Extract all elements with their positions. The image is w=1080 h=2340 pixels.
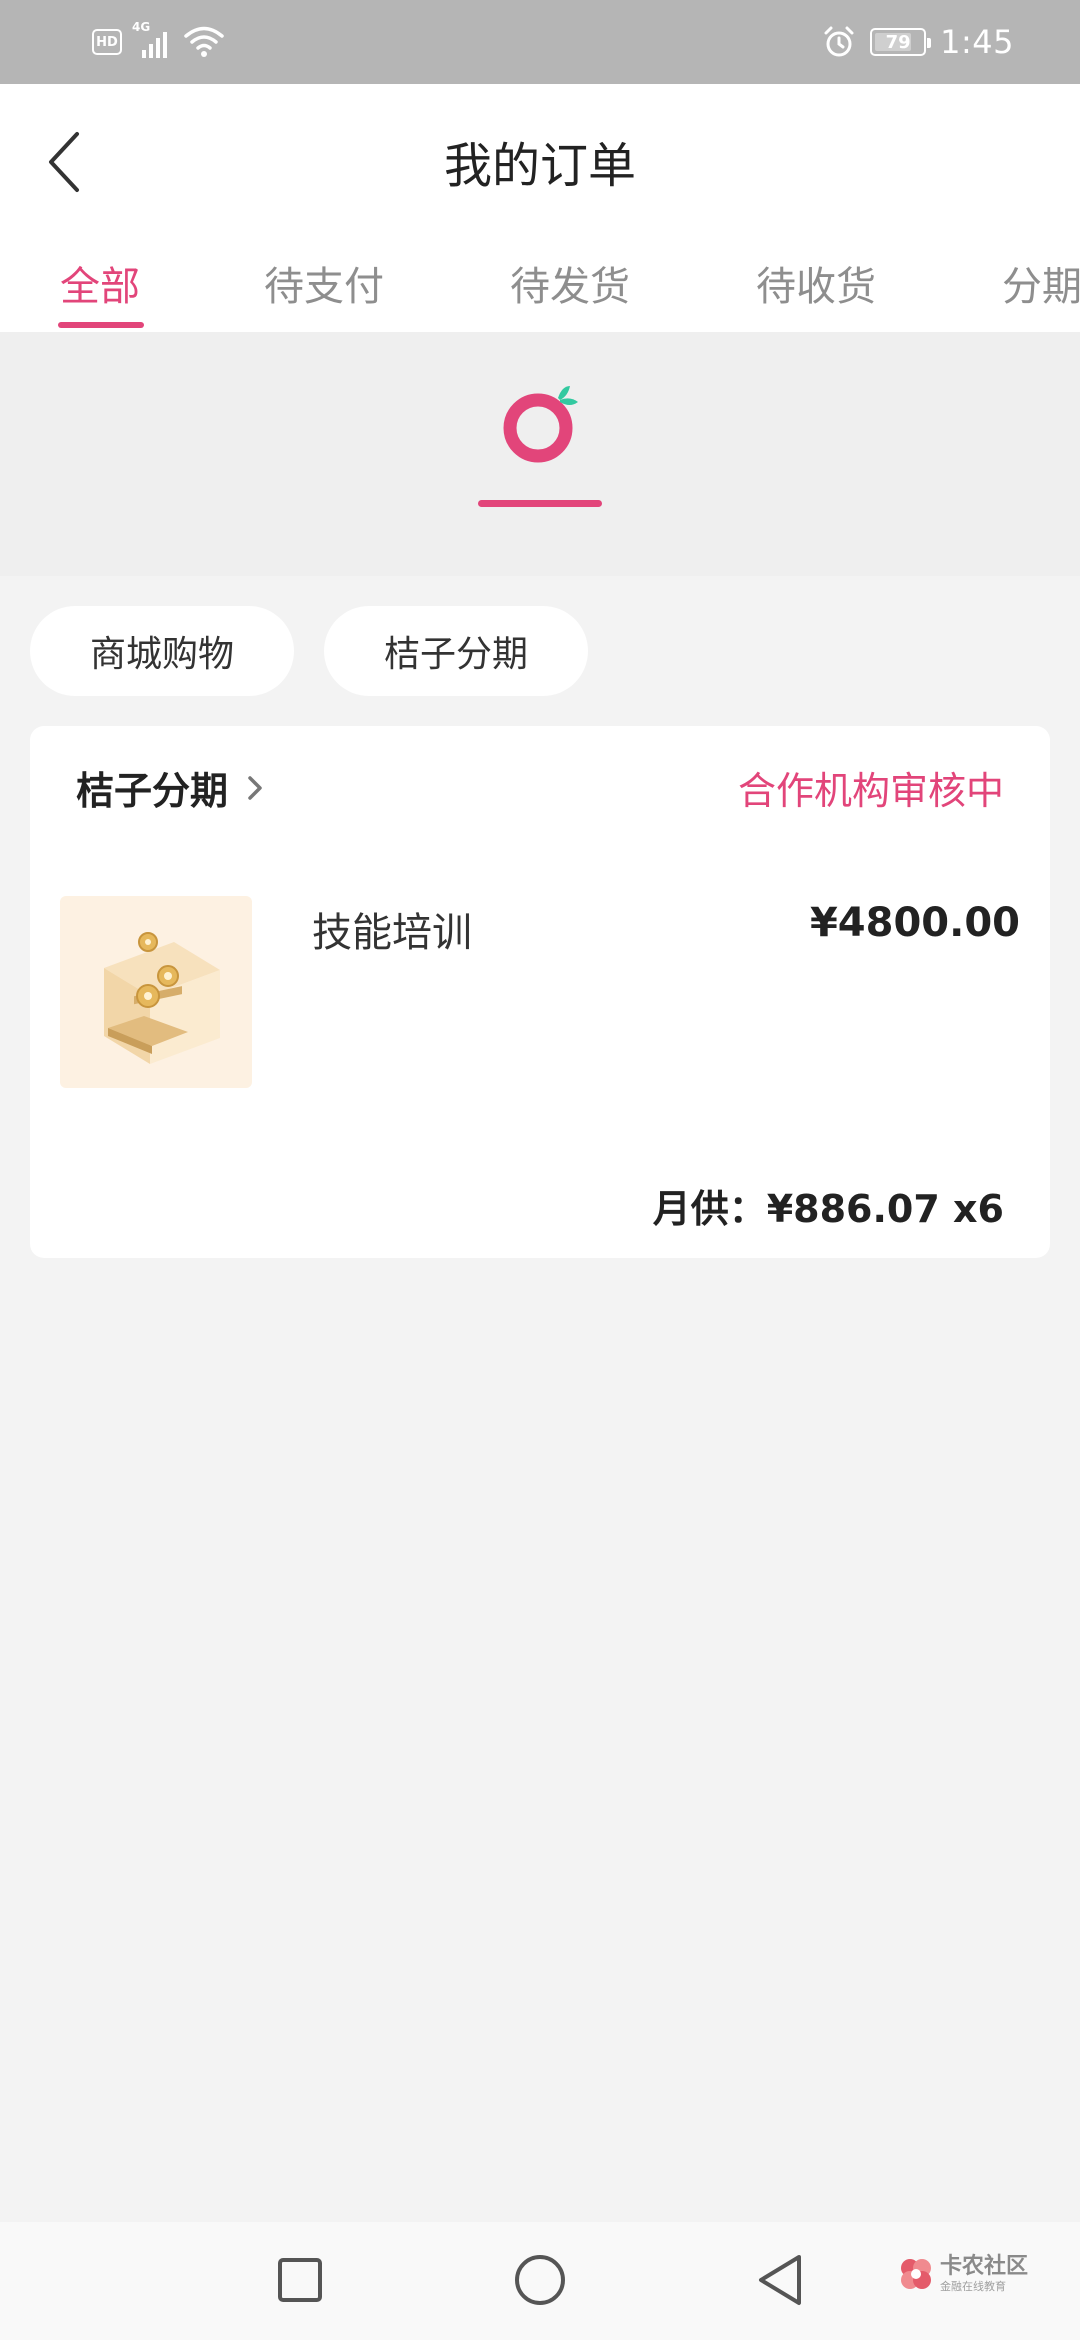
watermark-subtitle: 金融在线教育 bbox=[940, 2280, 1006, 2293]
page-title: 我的订单 bbox=[443, 138, 636, 194]
battery-icon: 79 bbox=[870, 28, 932, 56]
brand-section bbox=[0, 332, 1080, 576]
tab-pending-shipment[interactable]: 待发货 bbox=[510, 254, 630, 312]
circle-home-icon bbox=[515, 2255, 565, 2305]
order-card[interactable]: 桔子分期 合作机构审核中 技能培训 ¥4800.00 月供：¥886.07 x6 bbox=[30, 726, 1050, 1258]
product-price: ¥4800.00 bbox=[809, 900, 1020, 946]
brand-indicator bbox=[478, 500, 602, 507]
store-name: 桔子分期 bbox=[76, 769, 229, 813]
signal-icon: 4G bbox=[132, 20, 174, 60]
status-left: HD 4G bbox=[92, 20, 224, 62]
status-right: 79 1:45 bbox=[822, 18, 1014, 66]
triangle-back-icon bbox=[759, 2255, 801, 2305]
system-back-button[interactable] bbox=[748, 2248, 812, 2312]
chevron-right-icon bbox=[248, 775, 262, 800]
tab-installment[interactable]: 分期 bbox=[1002, 254, 1080, 312]
square-recents-icon bbox=[278, 2258, 322, 2302]
filter-mall-shopping[interactable]: 商城购物 bbox=[30, 606, 294, 696]
status-bar: HD 4G 79 1:45 bbox=[0, 0, 1080, 84]
product-image[interactable] bbox=[60, 896, 252, 1088]
active-tab-indicator bbox=[58, 322, 144, 328]
home-button[interactable] bbox=[508, 2248, 572, 2312]
tab-pending-receipt[interactable]: 待收货 bbox=[756, 254, 876, 312]
tab-pending-payment[interactable]: 待支付 bbox=[264, 254, 384, 312]
orange-logo-icon[interactable] bbox=[496, 380, 586, 470]
app-header: 我的订单 bbox=[0, 84, 1080, 232]
order-status: 合作机构审核中 bbox=[737, 769, 1004, 813]
recents-button[interactable] bbox=[268, 2248, 332, 2312]
clock: 1:45 bbox=[940, 23, 1014, 61]
alarm-icon bbox=[824, 26, 854, 57]
tab-all[interactable]: 全部 bbox=[60, 254, 140, 312]
order-tabs: 全部 待支付 待发货 待收货 分期 bbox=[0, 232, 1080, 332]
filter-orange-installment[interactable]: 桔子分期 bbox=[324, 606, 588, 696]
monthly-payment: 月供：¥886.07 x6 bbox=[652, 1187, 1004, 1231]
store-link[interactable]: 桔子分期 bbox=[76, 760, 268, 815]
watermark-title: 卡农社区 bbox=[940, 2254, 1029, 2279]
system-nav-bar: 卡农社区 金融在线教育 bbox=[0, 2222, 1080, 2340]
watermark: 卡农社区 金融在线教育 bbox=[898, 2254, 1028, 2294]
battery-level: 79 bbox=[885, 31, 911, 53]
hd-icon: HD bbox=[92, 29, 122, 55]
wifi-icon bbox=[184, 26, 224, 57]
product-name: 技能培训 bbox=[312, 910, 472, 956]
community-logo-icon bbox=[901, 2259, 931, 2289]
